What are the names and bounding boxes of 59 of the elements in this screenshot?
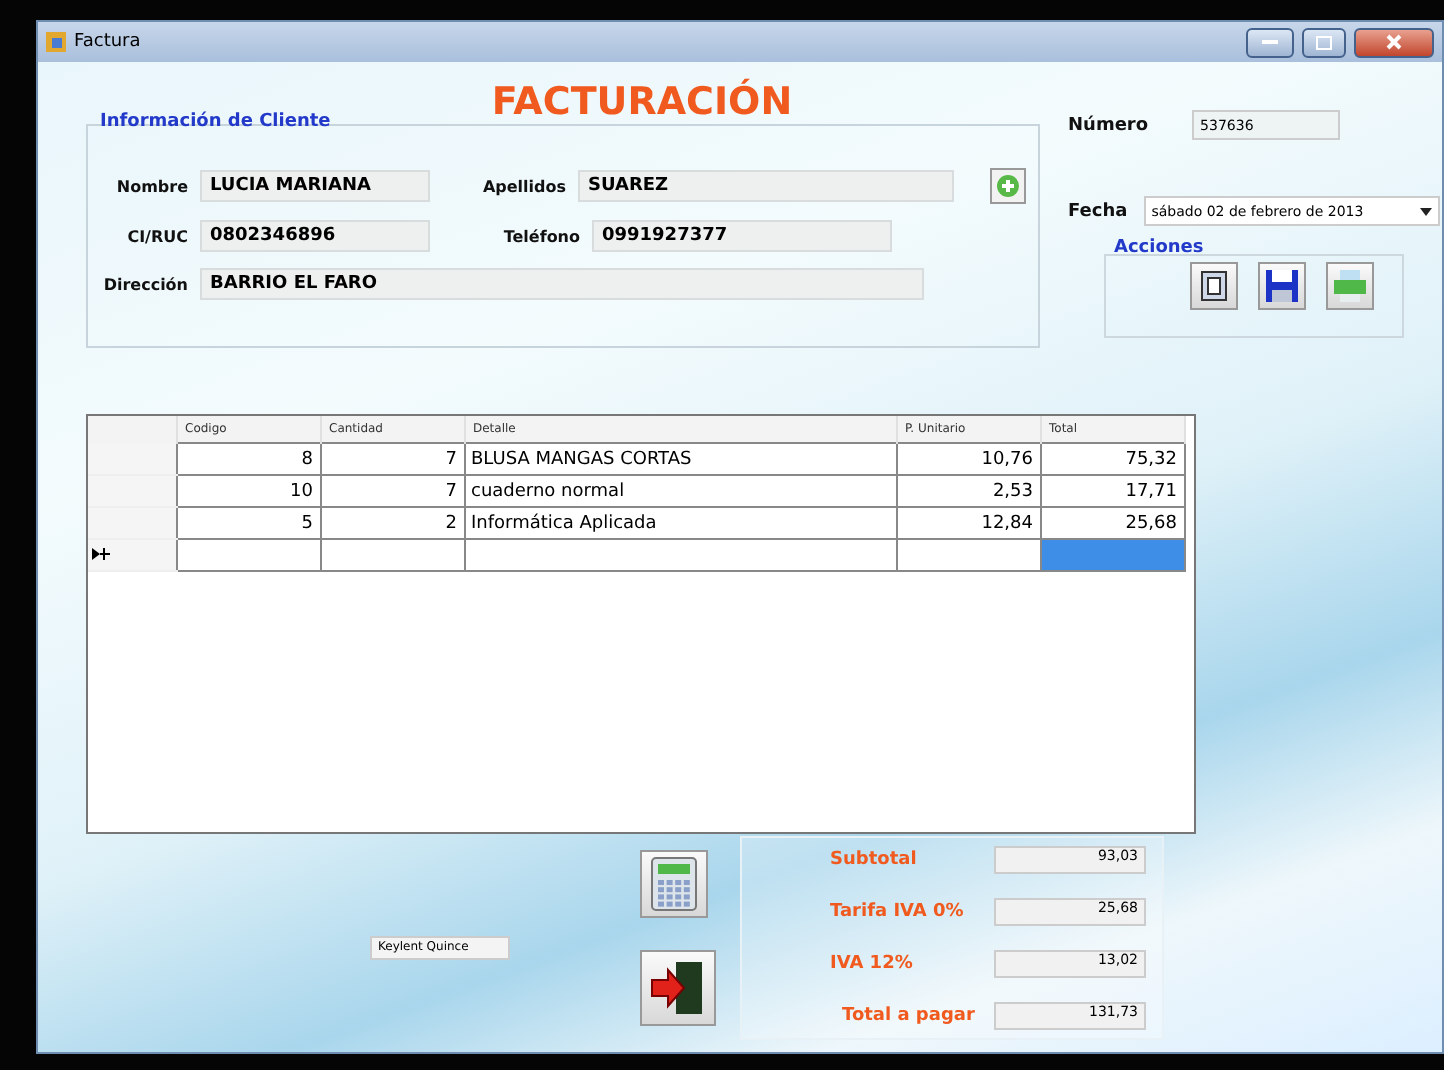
table-cell[interactable]: cuaderno normal — [464, 475, 896, 507]
printer-icon — [1332, 268, 1368, 304]
field-label: Teléfono — [501, 227, 580, 245]
table-cell[interactable]: 75,32 — [1040, 443, 1184, 475]
close-icon — [1386, 34, 1402, 50]
text-field[interactable]: LUCIA MARIANA — [200, 170, 430, 202]
numero-label: Número — [1068, 115, 1149, 135]
table-cell[interactable]: 7 — [320, 475, 464, 507]
minimize-button[interactable] — [1246, 27, 1294, 57]
group-title: Información de Cliente — [100, 112, 333, 132]
field-label: Nombre — [114, 177, 188, 195]
table-cell[interactable]: 7 — [320, 443, 464, 475]
table-cell[interactable]: 5 — [176, 507, 320, 539]
field-label: CI/RUC — [125, 227, 188, 245]
table-cell[interactable]: 12,84 — [896, 507, 1040, 539]
table-cell[interactable]: 10,76 — [896, 443, 1040, 475]
form-heading: FACTURACIÓN — [489, 80, 795, 124]
table-cell[interactable] — [176, 539, 320, 571]
exit-button[interactable] — [640, 949, 716, 1025]
table-cell[interactable]: BLUSA MANGAS CORTAS — [464, 443, 896, 475]
close-button[interactable] — [1354, 27, 1434, 57]
field-label: Dirección — [101, 275, 188, 293]
text-field[interactable]: BARRIO EL FARO — [200, 268, 924, 300]
print-button[interactable] — [1326, 262, 1374, 310]
save-button[interactable] — [1258, 262, 1306, 310]
plus-icon — [996, 174, 1020, 198]
table-cell[interactable] — [320, 539, 464, 571]
table-cell[interactable] — [1040, 539, 1184, 571]
text-field[interactable]: SUAREZ — [578, 170, 954, 202]
new-document-button[interactable] — [1190, 262, 1238, 310]
exit-door-icon — [648, 957, 708, 1017]
calculator-button[interactable] — [640, 849, 708, 917]
fecha-label: Fecha — [1068, 201, 1128, 221]
table-cell[interactable]: 8 — [176, 443, 320, 475]
calculator-icon — [650, 855, 698, 911]
text-field[interactable]: 0802346896 — [200, 220, 430, 252]
window-title: Factura — [74, 32, 143, 52]
table-cell[interactable]: 10 — [176, 475, 320, 507]
total-label: IVA 12% — [830, 953, 913, 973]
text-field[interactable]: 0991927377 — [592, 220, 892, 252]
table-cell[interactable] — [896, 539, 1040, 571]
document-icon — [1198, 270, 1230, 302]
table-cell[interactable]: 2 — [320, 507, 464, 539]
table-cell[interactable]: 17,71 — [1040, 475, 1184, 507]
total-label: Subtotal — [830, 849, 917, 869]
total-label: Tarifa IVA 0% — [830, 901, 964, 921]
total-label: Total a pagar — [842, 1005, 975, 1025]
minimize-icon — [1262, 38, 1278, 46]
table-cell[interactable]: 25,68 — [1040, 507, 1184, 539]
maximize-icon — [1316, 35, 1332, 49]
table-cell[interactable]: 2,53 — [896, 475, 1040, 507]
field-label: Apellidos — [480, 177, 566, 195]
table-cell[interactable]: Informática Aplicada — [464, 507, 896, 539]
maximize-button[interactable] — [1302, 27, 1346, 57]
add-client-button[interactable] — [990, 168, 1026, 204]
dropdown-arrow-icon — [1419, 207, 1432, 215]
group-title: Acciones — [1114, 238, 1206, 258]
app-icon — [46, 32, 66, 52]
table-cell[interactable] — [464, 539, 896, 571]
